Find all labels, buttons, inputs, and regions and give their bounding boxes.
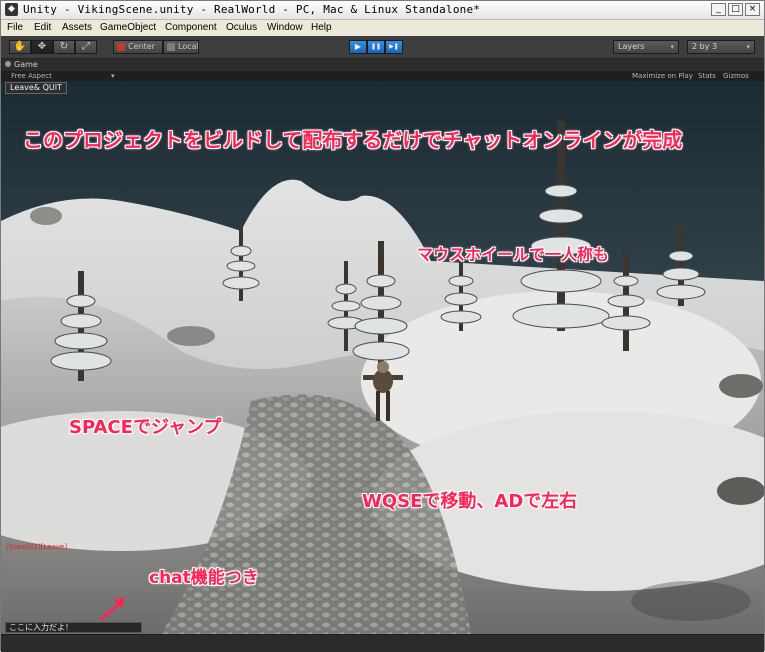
menu-help[interactable]: Help bbox=[311, 22, 332, 33]
play-button[interactable]: ▶ bbox=[349, 40, 367, 54]
game-tab-row: Game bbox=[1, 59, 764, 71]
game-view-toolbar: Free Aspect ▾ Maximize on Play Stats Giz… bbox=[1, 71, 764, 81]
tab-game[interactable]: Game bbox=[5, 59, 38, 71]
close-button[interactable]: × bbox=[745, 3, 760, 16]
hand-icon[interactable]: ✋ bbox=[9, 40, 31, 54]
scale-icon[interactable]: ⤢ bbox=[75, 40, 97, 54]
space-label: Local bbox=[178, 42, 199, 51]
chat-input[interactable]: ここに入力だよ！ bbox=[5, 622, 142, 633]
menu-gameobject[interactable]: GameObject bbox=[100, 22, 156, 33]
menu-file[interactable]: File bbox=[7, 22, 23, 33]
chevron-down-icon: ▾ bbox=[111, 72, 115, 80]
stats-toggle[interactable]: Stats bbox=[698, 71, 716, 81]
annotation-mouse-wheel: マウスホイールで一人称も bbox=[417, 245, 610, 264]
status-bar bbox=[1, 634, 764, 652]
chevron-down-icon: ▾ bbox=[670, 43, 674, 51]
tab-game-label: Game bbox=[14, 60, 38, 69]
playback-controls: ▶ ❚❚ ▶❚ bbox=[349, 40, 403, 54]
step-button[interactable]: ▶❚ bbox=[385, 40, 403, 54]
unity-editor-window: ◆ Unity - VikingScene.unity - RealWorld … bbox=[0, 0, 765, 652]
pause-button[interactable]: ❚❚ bbox=[367, 40, 385, 54]
move-icon[interactable]: ✥ bbox=[31, 40, 53, 54]
aspect-dropdown[interactable]: Free Aspect bbox=[11, 71, 52, 81]
maximize-on-play-toggle[interactable]: Maximize on Play bbox=[632, 71, 693, 81]
layers-label: Layers bbox=[618, 42, 645, 51]
menu-component[interactable]: Component bbox=[165, 22, 217, 33]
game-icon bbox=[5, 61, 11, 67]
window-title: Unity - VikingScene.unity - RealWorld - … bbox=[23, 3, 481, 16]
layers-dropdown[interactable]: Layers ▾ bbox=[613, 40, 679, 54]
maximize-button[interactable]: □ bbox=[728, 3, 743, 16]
pivot-icon bbox=[117, 43, 125, 51]
game-viewport[interactable] bbox=[1, 81, 764, 634]
annotation-movement: WQSEで移動、ADで左右 bbox=[362, 491, 578, 512]
annotation-chat: chat機能つき bbox=[149, 568, 259, 588]
pivot-label: Center bbox=[128, 42, 155, 51]
menu-window[interactable]: Window bbox=[267, 22, 303, 33]
space-toggle[interactable]: Local bbox=[163, 40, 199, 54]
layout-dropdown[interactable]: 2 by 3 ▾ bbox=[687, 40, 755, 54]
minimize-button[interactable]: _ bbox=[711, 3, 726, 16]
main-toolbar: ✋ ✥ ↻ ⤢ Center Local ▶ ❚❚ ▶❚ Layers ▾ 2 … bbox=[1, 36, 764, 59]
local-icon bbox=[167, 43, 175, 51]
menu-assets[interactable]: Assets bbox=[62, 22, 92, 33]
snow-scene bbox=[1, 81, 764, 634]
layout-label: 2 by 3 bbox=[692, 42, 718, 51]
chat-log-line: [Sopel](1)[Leave] bbox=[6, 543, 68, 551]
title-bar: ◆ Unity - VikingScene.unity - RealWorld … bbox=[1, 1, 764, 20]
menu-bar: File Edit Assets GameObject Component Oc… bbox=[1, 20, 764, 36]
annotation-space-jump: SPACEでジャンプ bbox=[69, 417, 222, 438]
annotation-headline: このプロジェクトをビルドして配布するだけでチャットオンラインが完成 bbox=[23, 128, 683, 152]
transform-tools: ✋ ✥ ↻ ⤢ bbox=[9, 40, 97, 54]
leave-quit-button[interactable]: Leave& QUIT bbox=[5, 82, 67, 94]
menu-oculus[interactable]: Oculus bbox=[226, 22, 257, 33]
menu-edit[interactable]: Edit bbox=[34, 22, 51, 33]
rotate-icon[interactable]: ↻ bbox=[53, 40, 75, 54]
gizmos-toggle[interactable]: Gizmos bbox=[723, 71, 749, 81]
pivot-toggle[interactable]: Center bbox=[113, 40, 163, 54]
chevron-down-icon: ▾ bbox=[746, 43, 750, 51]
unity-logo-icon: ◆ bbox=[5, 3, 18, 16]
